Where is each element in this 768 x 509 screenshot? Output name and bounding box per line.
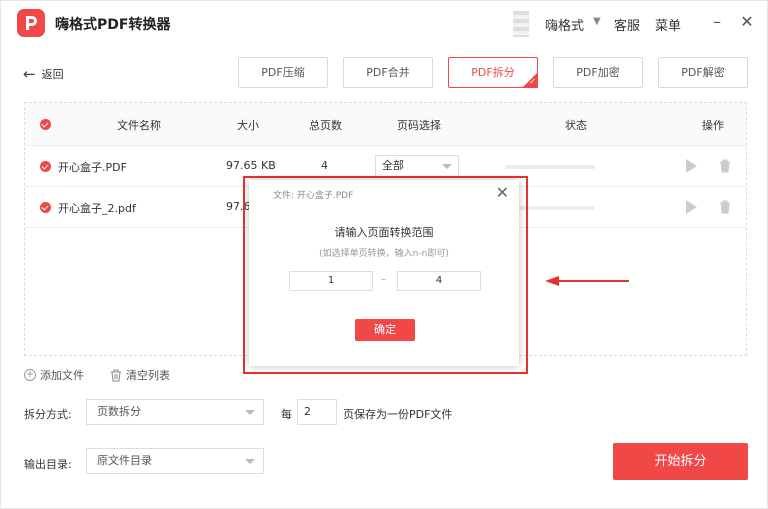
file-pages: 4 [321, 159, 328, 172]
output-dir-dropdown[interactable]: 原文件目录 [86, 448, 264, 474]
caret-down-icon [245, 459, 255, 464]
header-size: 大小 [237, 119, 259, 132]
header-status: 状态 [565, 119, 587, 132]
tab-pdf-split-label: PDF拆分 [471, 66, 515, 79]
page-select-value: 全部 [382, 159, 404, 172]
minimize-icon[interactable]: – [707, 12, 727, 32]
pages-per-file-input[interactable]: 2 [297, 399, 337, 425]
dialog-hint: (如选择单页转换，输入n-n即可) [319, 249, 449, 259]
annotation-arrow-line [557, 280, 629, 282]
play-icon[interactable] [686, 200, 697, 214]
file-name: 开心盒子.PDF [58, 161, 127, 174]
arrow-left-icon: ← [23, 65, 36, 83]
page-range-dialog: 文件: 开心盒子.PDF ✕ 请输入页面转换范围 (如选择单页转换，输入n-n即… [249, 180, 519, 366]
range-dash: – [381, 274, 386, 285]
back-label: 返回 [41, 68, 64, 81]
range-from-input[interactable]: 1 [289, 271, 373, 291]
chevron-down-icon[interactable]: ▼ [593, 16, 601, 27]
tab-pdf-split[interactable]: PDF拆分 ✓ [448, 57, 538, 88]
clear-list-button[interactable]: 清空列表 [110, 367, 170, 383]
every-label: 每 [281, 408, 292, 421]
header-pages: 总页数 [309, 119, 342, 132]
table-header: 文件名称 大小 总页数 页码选择 状态 操作 [25, 103, 746, 146]
trash-outline-icon [111, 369, 121, 381]
output-dir-value: 原文件目录 [97, 454, 152, 467]
header-page-select: 页码选择 [397, 119, 441, 132]
output-dir-label: 输出目录: [24, 458, 72, 471]
split-mode-dropdown[interactable]: 页数拆分 [86, 399, 264, 425]
range-to-input[interactable]: 4 [397, 271, 481, 291]
check-icon: ✓ [529, 77, 536, 86]
pages-per-file-suffix: 页保存为一份PDF文件 [343, 408, 453, 421]
trash-icon[interactable] [719, 159, 731, 173]
trash-icon[interactable] [719, 200, 731, 214]
caret-down-icon [442, 164, 452, 169]
add-file-label: 添加文件 [40, 369, 84, 382]
tab-pdf-merge[interactable]: PDF合并 [343, 57, 433, 88]
confirm-button[interactable]: 确定 [355, 319, 415, 341]
split-mode-value: 页数拆分 [97, 405, 141, 418]
file-name: 开心盒子_2.pdf [58, 202, 136, 215]
row-checkbox[interactable] [40, 202, 51, 213]
app-title: 嗨格式PDF转换器 [55, 17, 171, 33]
title-bar: 嗨格式PDF转换器 嗨格式 ▼ 客服 菜单 – ✕ [1, 1, 768, 47]
progress-bar [505, 165, 595, 169]
close-icon[interactable]: ✕ [737, 12, 757, 32]
add-file-button[interactable]: + 添加文件 [24, 367, 84, 383]
split-mode-label: 拆分方式: [24, 408, 72, 421]
user-name[interactable]: 嗨格式 [545, 15, 584, 34]
tab-pdf-encrypt[interactable]: PDF加密 [553, 57, 643, 88]
play-icon[interactable] [686, 159, 697, 173]
row-checkbox[interactable] [40, 161, 51, 172]
clear-list-label: 清空列表 [126, 369, 170, 382]
file-size: 97.65 KB [226, 159, 276, 172]
header-actions: 操作 [702, 119, 724, 132]
app-window: 嗨格式PDF转换器 嗨格式 ▼ 客服 菜单 – ✕ ← 返回 PDF压缩 PDF… [0, 0, 768, 509]
close-icon[interactable]: ✕ [496, 183, 509, 202]
service-link[interactable]: 客服 [614, 15, 640, 34]
app-logo-icon [17, 9, 45, 37]
plus-circle-icon: + [24, 369, 36, 381]
back-button[interactable]: ← 返回 [23, 65, 64, 83]
caret-down-icon [245, 410, 255, 415]
tab-pdf-decrypt[interactable]: PDF解密 [658, 57, 748, 88]
select-all-checkbox[interactable] [40, 119, 51, 130]
header-file-name: 文件名称 [117, 119, 161, 132]
dialog-title: 文件: 开心盒子.PDF [273, 191, 354, 201]
dialog-heading: 请输入页面转换范围 [334, 226, 434, 239]
arrow-left-icon [545, 276, 559, 286]
user-avatar[interactable] [513, 11, 529, 37]
start-split-button[interactable]: 开始拆分 [613, 443, 748, 480]
tab-pdf-compress[interactable]: PDF压缩 [238, 57, 328, 88]
page-select-dropdown[interactable]: 全部 [375, 155, 459, 177]
menu-link[interactable]: 菜单 [655, 15, 681, 34]
